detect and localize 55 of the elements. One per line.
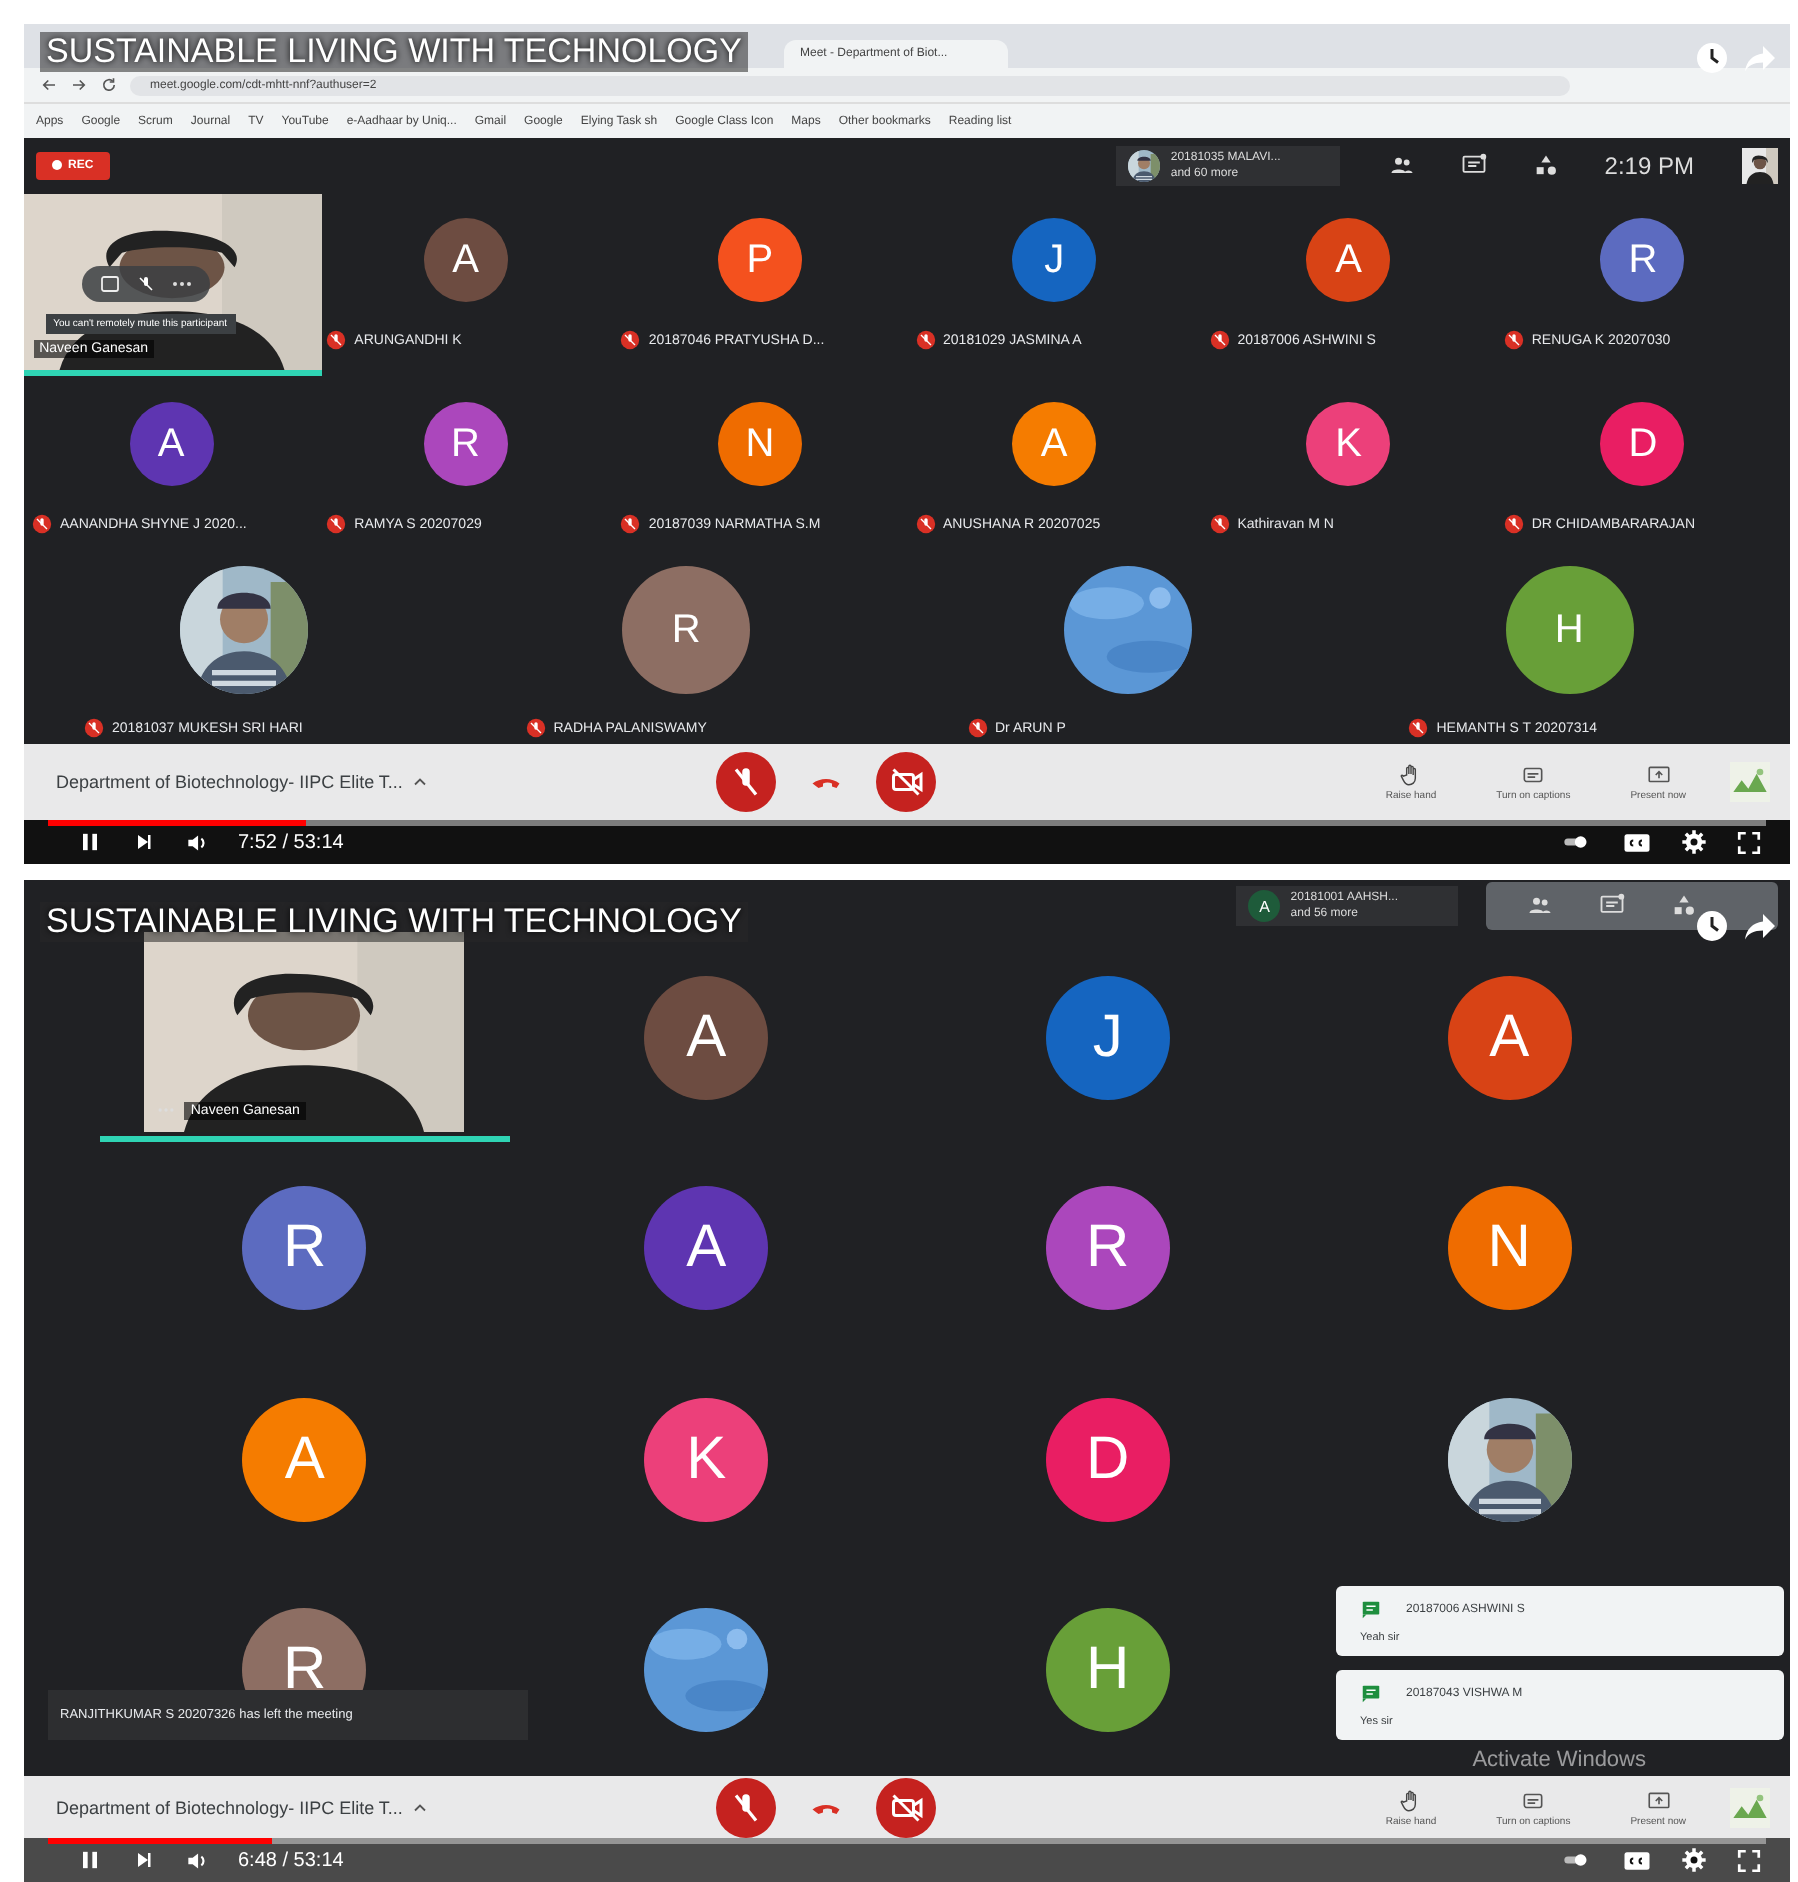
captions-icon — [1520, 762, 1547, 788]
back-icon[interactable] — [40, 76, 58, 94]
avatar: A — [1447, 975, 1572, 1100]
avatar: H — [1505, 566, 1634, 694]
avatar: R — [1600, 218, 1685, 302]
avatar: R — [242, 1186, 367, 1311]
avatar: A — [644, 1186, 769, 1311]
fullscreen-icon[interactable] — [1736, 829, 1762, 855]
avatar: J — [1045, 975, 1170, 1100]
avatar: A — [1306, 218, 1391, 302]
clock-icon[interactable] — [1694, 40, 1730, 76]
mic-off-button[interactable] — [716, 752, 776, 812]
reload-icon[interactable] — [100, 76, 118, 94]
avatar: P — [717, 218, 802, 302]
avatar: H — [1045, 1608, 1170, 1733]
avatar: N — [717, 402, 802, 486]
forward-icon[interactable] — [70, 76, 88, 94]
present-icon — [1645, 762, 1672, 788]
mic-icon[interactable] — [133, 271, 158, 295]
meeting-title[interactable]: Department of Biotechnology- IIPC Elite T... — [56, 772, 403, 792]
avatar: A — [242, 1397, 367, 1522]
video-time: 7:52 / 53:14 — [238, 831, 344, 853]
avatar: J — [1012, 218, 1097, 302]
next-icon[interactable] — [132, 1848, 156, 1872]
avatar: K — [644, 1397, 769, 1522]
clock-icon[interactable] — [1694, 908, 1730, 944]
clock-time: 2:19 PM — [1604, 151, 1694, 179]
camera-off-button[interactable] — [876, 1777, 936, 1837]
avatar: D — [1600, 402, 1685, 486]
present-icon — [1645, 1787, 1672, 1813]
mic-off-button[interactable] — [716, 1777, 776, 1837]
settings-icon[interactable] — [1680, 828, 1708, 856]
avatar: R — [1045, 1186, 1170, 1311]
next-icon[interactable] — [132, 830, 156, 854]
chat-icon — [1360, 1598, 1382, 1620]
chat-icon[interactable] — [1460, 151, 1489, 179]
avatar: D — [1045, 1397, 1170, 1522]
avatar: K — [1306, 402, 1391, 486]
pin-icon[interactable] — [97, 271, 122, 295]
share-icon[interactable] — [1742, 908, 1778, 944]
avatar: A — [1012, 402, 1097, 486]
fullscreen-icon[interactable] — [1736, 1847, 1762, 1873]
settings-icon[interactable] — [1680, 1846, 1708, 1874]
avatar: N — [1447, 1186, 1572, 1311]
avatar: A — [423, 218, 508, 302]
video-time: 6:48 / 53:14 — [238, 1849, 344, 1871]
avatar: A — [644, 975, 769, 1100]
activation-notice: Activate Windows — [1472, 1748, 1646, 1772]
meeting-title[interactable]: Department of Biotechnology- IIPC Elite T... — [56, 1797, 403, 1817]
avatar: R — [622, 566, 751, 694]
camera-off-button[interactable] — [876, 752, 936, 812]
chat-icon — [1360, 1682, 1382, 1704]
avatar: R — [423, 402, 508, 486]
avatar: A — [129, 402, 214, 486]
activities-icon[interactable] — [1532, 151, 1561, 179]
